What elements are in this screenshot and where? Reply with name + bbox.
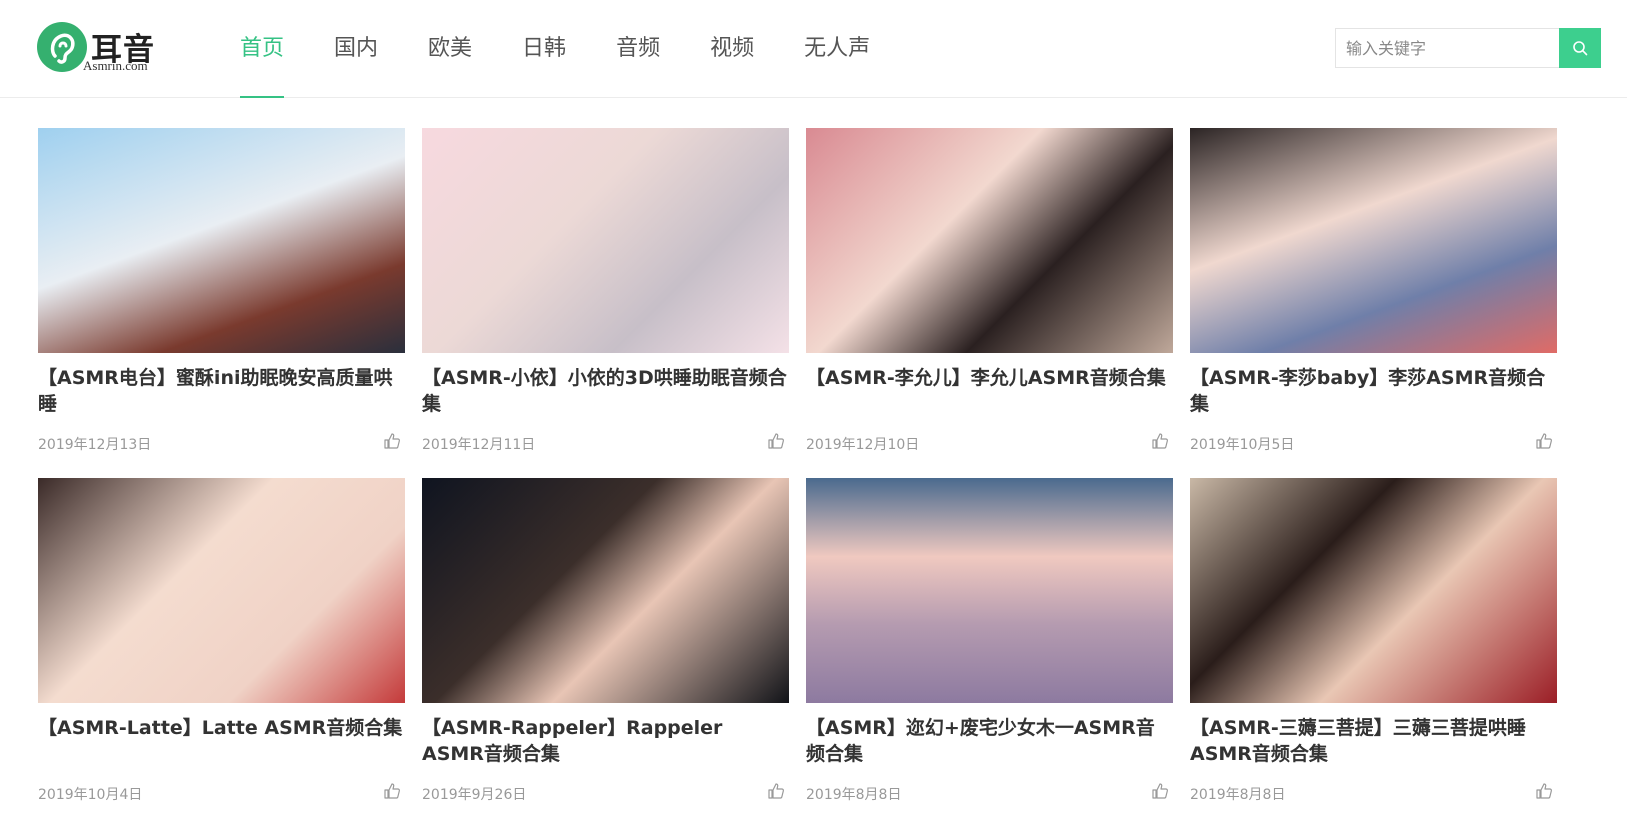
ear-logo-icon xyxy=(37,22,87,72)
post-card: 【ASMR电台】蜜酥ini助眠晚安高质量哄睡 2019年12月13日 xyxy=(38,128,405,468)
post-date: 2019年12月13日 xyxy=(38,437,152,453)
nav-item-western[interactable]: 欧美 xyxy=(428,0,472,98)
post-card: 【ASMR-李允儿】李允儿ASMR音频合集 2019年12月10日 xyxy=(806,128,1173,468)
post-thumbnail[interactable] xyxy=(422,478,789,703)
nav-item-home[interactable]: 首页 xyxy=(240,0,285,98)
post-thumbnail[interactable] xyxy=(806,128,1173,353)
nav-item-no-voice[interactable]: 无人声 xyxy=(804,0,870,98)
post-date: 2019年8月8日 xyxy=(806,787,902,803)
site-header: 耳音 Asmrin.com 首页 国内 欧美 日韩 音频 视频 无人声 xyxy=(0,0,1627,98)
nav-item-video[interactable]: 视频 xyxy=(710,0,754,98)
post-thumbnail[interactable] xyxy=(422,128,789,353)
post-date: 2019年12月10日 xyxy=(806,437,920,453)
thumbs-up-icon[interactable] xyxy=(383,782,401,800)
post-thumbnail[interactable] xyxy=(38,478,405,703)
nav-item-domestic[interactable]: 国内 xyxy=(334,0,378,98)
post-card: 【ASMR-三薅三菩提】三薅三菩提哄睡ASMR音频合集 2019年8月8日 xyxy=(1190,478,1557,818)
search-box xyxy=(1335,28,1601,68)
post-title[interactable]: 【ASMR-李允儿】李允儿ASMR音频合集 xyxy=(806,365,1173,391)
post-date: 2019年10月4日 xyxy=(38,787,143,803)
search-button[interactable] xyxy=(1559,28,1601,68)
post-thumbnail[interactable] xyxy=(806,478,1173,703)
post-title[interactable]: 【ASMR-李莎baby】李莎ASMR音频合集 xyxy=(1190,365,1557,417)
site-logo[interactable]: 耳音 Asmrin.com xyxy=(37,22,167,76)
nav-item-japan-korea[interactable]: 日韩 xyxy=(522,0,566,98)
post-date: 2019年9月26日 xyxy=(422,787,527,803)
thumbs-up-icon[interactable] xyxy=(383,432,401,450)
post-thumbnail[interactable] xyxy=(1190,478,1557,703)
thumbs-up-icon[interactable] xyxy=(1535,432,1553,450)
thumbs-up-icon[interactable] xyxy=(767,782,785,800)
post-thumbnail[interactable] xyxy=(1190,128,1557,353)
post-card: 【ASMR-Rappeler】Rappeler ASMR音频合集 2019年9月… xyxy=(422,478,789,818)
post-thumbnail[interactable] xyxy=(38,128,405,353)
logo-subtitle: Asmrin.com xyxy=(83,58,148,73)
post-date: 2019年10月5日 xyxy=(1190,437,1295,453)
post-date: 2019年8月8日 xyxy=(1190,787,1286,803)
post-card: 【ASMR-小依】小依的3D哄睡助眠音频合集 2019年12月11日 xyxy=(422,128,789,468)
thumbs-up-icon[interactable] xyxy=(1151,782,1169,800)
post-title[interactable]: 【ASMR】迩幻+废宅少女木一ASMR音频合集 xyxy=(806,715,1173,767)
main-nav: 首页 国内 欧美 日韩 音频 视频 无人声 xyxy=(240,0,920,98)
thumbs-up-icon[interactable] xyxy=(1535,782,1553,800)
thumbs-up-icon[interactable] xyxy=(767,432,785,450)
post-title[interactable]: 【ASMR-Rappeler】Rappeler ASMR音频合集 xyxy=(422,715,789,767)
post-card: 【ASMR】迩幻+废宅少女木一ASMR音频合集 2019年8月8日 xyxy=(806,478,1173,818)
search-icon xyxy=(1573,41,1588,56)
post-title[interactable]: 【ASMR-小依】小依的3D哄睡助眠音频合集 xyxy=(422,365,789,417)
post-title[interactable]: 【ASMR-Latte】Latte ASMR音频合集 xyxy=(38,715,405,741)
nav-item-audio[interactable]: 音频 xyxy=(616,0,660,98)
post-title[interactable]: 【ASMR-三薅三菩提】三薅三菩提哄睡ASMR音频合集 xyxy=(1190,715,1557,767)
post-card: 【ASMR-李莎baby】李莎ASMR音频合集 2019年10月5日 xyxy=(1190,128,1557,468)
post-title[interactable]: 【ASMR电台】蜜酥ini助眠晚安高质量哄睡 xyxy=(38,365,405,417)
post-date: 2019年12月11日 xyxy=(422,437,536,453)
search-input[interactable] xyxy=(1336,29,1560,67)
post-card: 【ASMR-Latte】Latte ASMR音频合集 2019年10月4日 xyxy=(38,478,405,818)
thumbs-up-icon[interactable] xyxy=(1151,432,1169,450)
